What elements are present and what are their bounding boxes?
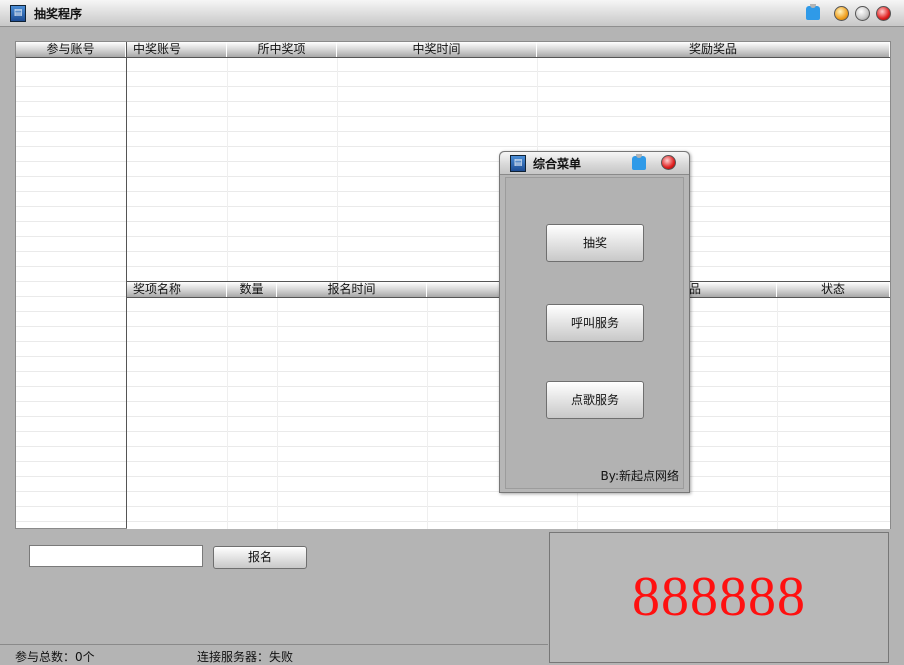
winners-header: 中奖账号 所中奖项 中奖时间 奖励奖品 — [127, 42, 890, 58]
tables-frame: 参与账号 中奖账号 所中奖项 中奖时间 奖励奖品 奖项名称 数量 报名时间 开奖… — [15, 41, 891, 529]
menu-close-button[interactable] — [661, 155, 676, 170]
server-connection-status: 连接服务器：失败 — [197, 650, 294, 664]
menu-dialog-body: 抽奖 呼叫服务 点歌服务 By:新起点网络 — [505, 177, 684, 489]
column-header-status[interactable]: 状态 — [777, 282, 890, 297]
minimize-button[interactable] — [834, 6, 849, 21]
participants-header: 参与账号 — [16, 42, 126, 58]
column-header-win-time[interactable]: 中奖时间 — [337, 42, 537, 57]
close-button[interactable] — [876, 6, 891, 21]
participants-count-status: 参与总数：0个 — [15, 650, 95, 664]
status-bar: 参与总数：0个 连接服务器：失败 — [0, 644, 548, 664]
menu-credit: By:新起点网络 — [600, 469, 679, 483]
column-header-won-prize-level[interactable]: 所中奖项 — [227, 42, 337, 57]
menu-skin-icon[interactable] — [632, 154, 646, 170]
app-icon: ▤ — [10, 5, 26, 22]
maximize-button[interactable] — [855, 6, 870, 21]
column-header-winner-account[interactable]: 中奖账号 — [127, 42, 227, 57]
skin-icon[interactable] — [806, 4, 820, 20]
number-display-panel: 888888 — [549, 532, 889, 663]
menu-dialog-icon: ▤ — [510, 155, 526, 172]
column-header-reward[interactable]: 奖励奖品 — [537, 42, 890, 57]
column-header-prize-name[interactable]: 奖项名称 — [127, 282, 227, 297]
title-bar: ▤ 抽奖程序 — [0, 0, 904, 27]
column-header-quantity[interactable]: 数量 — [227, 282, 277, 297]
song-request-button[interactable]: 点歌服务 — [546, 381, 644, 419]
menu-dialog: ▤ 综合菜单 抽奖 呼叫服务 点歌服务 By:新起点网络 — [499, 151, 690, 493]
lottery-number-display: 888888 — [632, 566, 806, 628]
call-service-button[interactable]: 呼叫服务 — [546, 304, 644, 342]
window-title: 抽奖程序 — [34, 7, 83, 21]
signup-button[interactable]: 报名 — [213, 546, 307, 569]
lottery-button[interactable]: 抽奖 — [546, 224, 644, 262]
column-header-participant-account[interactable]: 参与账号 — [16, 42, 126, 57]
signup-name-input[interactable] — [29, 545, 203, 567]
menu-dialog-title: 综合菜单 — [533, 157, 582, 171]
participants-table[interactable]: 参与账号 — [16, 42, 127, 528]
menu-dialog-title-bar[interactable]: ▤ 综合菜单 — [500, 152, 689, 175]
column-header-signup-time[interactable]: 报名时间 — [277, 282, 427, 297]
